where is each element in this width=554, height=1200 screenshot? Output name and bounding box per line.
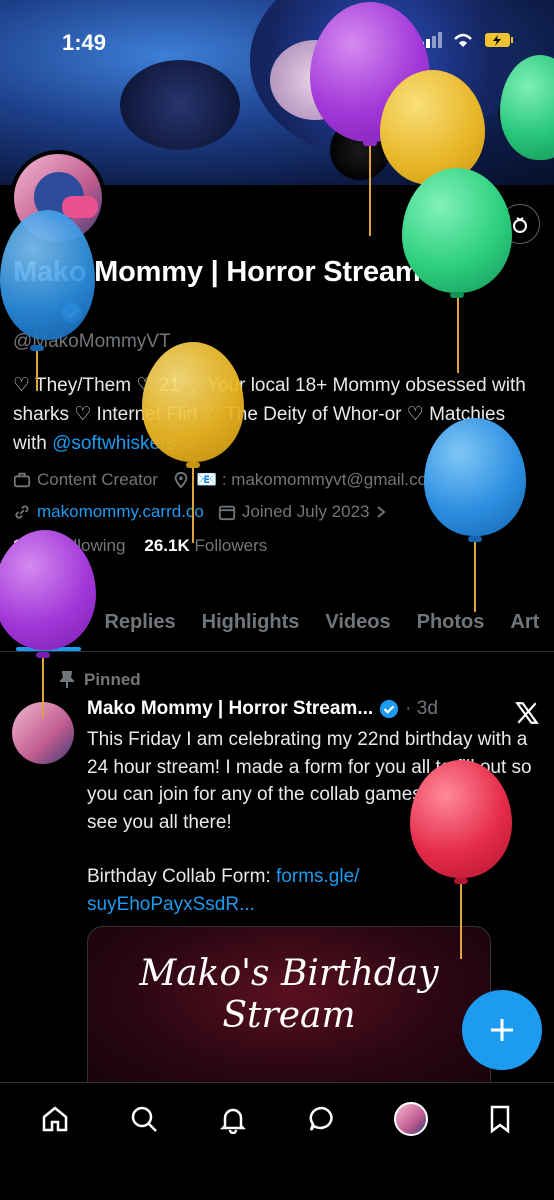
- profile-info: Mako Mommy | Horror Streamer @MakoMommyV…: [13, 256, 543, 556]
- nav-search[interactable]: [124, 1099, 164, 1139]
- profile-tabs: Posts Replies Highlights Videos Photos A…: [0, 600, 554, 652]
- post-body: This Friday I am celebrating my 22nd bir…: [87, 726, 537, 918]
- followers-count: 26.1K: [144, 536, 190, 555]
- tab-videos[interactable]: Videos: [312, 600, 403, 651]
- profile-meta-row-2: makomommy.carrd.co Joined July 2023: [13, 502, 543, 522]
- tab-posts[interactable]: Posts: [0, 600, 91, 651]
- tab-photos[interactable]: Photos: [404, 600, 498, 651]
- pinned-indicator: Pinned: [60, 670, 141, 690]
- notifications-icon: [219, 1108, 246, 1134]
- form-label: Birthday Collab Form:: [87, 866, 277, 887]
- tombstone-emoji: [455, 258, 482, 287]
- post-text: This Friday I am celebrating my 22nd bir…: [87, 729, 532, 833]
- following-label: Following: [53, 536, 126, 555]
- profile-meta-row-1: Content Creator 📧 : makomommyvt@gmail.co…: [13, 470, 543, 490]
- search-profile-button[interactable]: [378, 95, 416, 133]
- search-icon: [388, 105, 405, 122]
- messages-icon: [309, 1106, 333, 1131]
- follow-counts: 1.4K Following 26.1K Followers: [13, 536, 543, 556]
- post-author-name[interactable]: Mako Mommy | Horror Stream...: [87, 698, 373, 720]
- profile-website-link[interactable]: makomommy.carrd.co: [37, 502, 204, 522]
- home-icon: [42, 1106, 67, 1132]
- share-button[interactable]: [498, 95, 536, 133]
- nav-home[interactable]: [35, 1099, 75, 1139]
- display-name: Mako Mommy | Horror Streamer: [13, 256, 448, 288]
- plus-icon: [491, 1019, 513, 1041]
- tab-highlights[interactable]: Highlights: [189, 600, 313, 651]
- pin-icon: [60, 671, 74, 688]
- bio-mention-link[interactable]: @softwhiskers: [52, 433, 176, 454]
- post-author-avatar[interactable]: [12, 702, 74, 764]
- followers-link[interactable]: 26.1K Followers: [144, 536, 267, 555]
- moneybag-icon: [513, 217, 527, 233]
- bookmark-icon: [490, 1105, 509, 1134]
- briefcase-icon: [13, 472, 31, 488]
- profile-category: Content Creator: [37, 470, 158, 489]
- verified-badge-icon: [380, 699, 399, 719]
- share-icon: [509, 105, 525, 123]
- compose-button[interactable]: [462, 990, 542, 1070]
- status-icons: [420, 32, 514, 48]
- verified-badge-icon: [62, 303, 82, 323]
- location-pin-icon: [174, 471, 188, 489]
- post-header: Mako Mommy | Horror Stream... · 3d: [87, 698, 438, 720]
- link-icon: [15, 505, 29, 519]
- edit-button[interactable]: [430, 95, 468, 133]
- pinned-label: Pinned: [84, 670, 141, 689]
- post-media-image[interactable]: Mako's Birthday Stream: [87, 926, 491, 1096]
- status-time: 1:49: [62, 30, 107, 55]
- profile-avatar: [393, 1102, 428, 1136]
- profile-location: 📧 : makomommyvt@gmail.com: [195, 470, 442, 489]
- followers-label: Followers: [194, 536, 268, 555]
- profile-joined-date: Joined July 2023: [241, 502, 370, 521]
- pencil-icon: [441, 106, 457, 122]
- nav-bookmarks[interactable]: [480, 1099, 520, 1139]
- signal-icon: [420, 32, 442, 48]
- bio-text-end: ♡: [175, 433, 199, 454]
- tab-art[interactable]: Art: [497, 600, 552, 651]
- following-count: 1.4K: [13, 536, 49, 555]
- profile-avatar[interactable]: [10, 150, 106, 246]
- battery-icon: [485, 33, 513, 47]
- wifi-icon: [454, 33, 472, 47]
- profile-bio: ♡ They/Them ♡ 21 ♡ Your local 18+ Mommy …: [13, 371, 543, 458]
- chevron-right-icon: [377, 506, 387, 518]
- bottom-navigation: [0, 1082, 554, 1200]
- search-icon: [131, 1106, 157, 1132]
- following-link[interactable]: 1.4K Following: [13, 536, 125, 555]
- post-timestamp: · 3d: [405, 698, 438, 719]
- media-title: Mako's Birthday Stream: [139, 953, 439, 1036]
- profile-handle: @MakoMommyVT: [13, 331, 171, 352]
- nav-profile[interactable]: [391, 1099, 431, 1139]
- nav-notifications[interactable]: [213, 1099, 253, 1139]
- tab-replies[interactable]: Replies: [91, 600, 188, 651]
- nav-messages[interactable]: [302, 1099, 342, 1139]
- more-options-button[interactable]: [500, 204, 540, 244]
- status-bar: 1:49: [0, 0, 554, 80]
- calendar-icon: [218, 505, 235, 521]
